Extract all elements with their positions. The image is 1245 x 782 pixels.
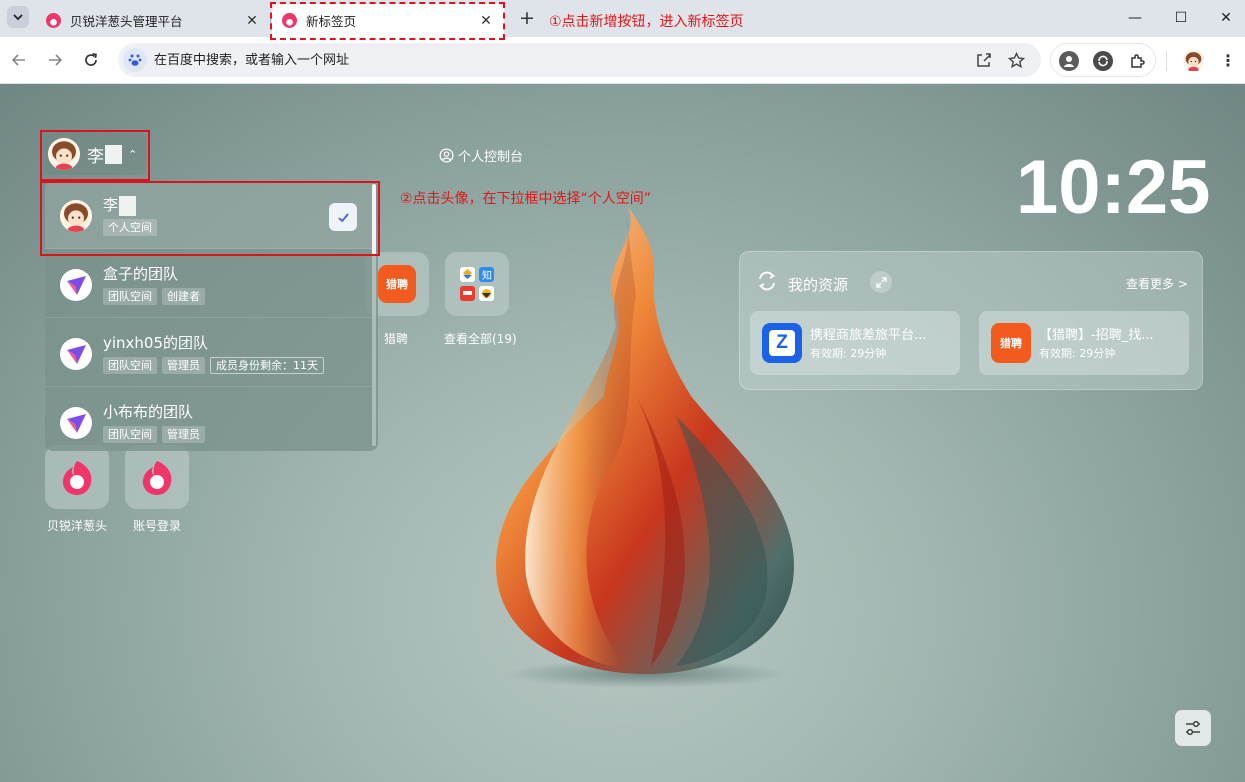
app-tile-view-all[interactable]: 知 [445, 252, 509, 316]
space-tags: 团队空间 管理员 成员身份剩余：11天 [103, 357, 324, 374]
extensions-area [1050, 43, 1156, 77]
personal-console-link[interactable]: 个人控制台 [439, 146, 523, 165]
space-name: yinxh05的团队 [103, 334, 209, 352]
liepin-icon: 猎聘 [378, 265, 416, 303]
resource-card[interactable]: 猎聘 【猎聘】-招聘_找... 有效期: 29分钟 [979, 311, 1189, 375]
toolbar-divider [1166, 51, 1167, 71]
clock: 10:25 [1016, 145, 1211, 230]
app-label-liepin: 猎聘 [384, 332, 409, 346]
close-icon[interactable]: ✕ [244, 13, 260, 29]
tag-team-space: 团队空间 [103, 357, 157, 374]
annotation-avatar-box [40, 130, 150, 181]
resources-title: 我的资源 [788, 276, 849, 294]
space-tags: 团队空间 创建者 [103, 288, 205, 305]
app-grid-icon: 知 [460, 267, 494, 301]
menu-icon[interactable]: ⋮ [1219, 50, 1237, 71]
expand-icon[interactable] [870, 271, 892, 293]
maximize-button[interactable]: ☐ [1158, 5, 1204, 31]
resource-name: 携程商旅差旅平台... [810, 328, 927, 343]
user-circle-icon [439, 148, 454, 163]
resources-icon [758, 271, 776, 291]
minimize-button[interactable]: — [1112, 5, 1158, 31]
star-icon[interactable] [1006, 50, 1026, 70]
space-tags: 团队空间 管理员 [103, 426, 205, 443]
tag-membership-remaining: 成员身份剩余：11天 [210, 357, 324, 374]
oray-logo-icon [142, 461, 172, 495]
space-name: 盒子的团队 [103, 265, 179, 283]
new-tab-button[interactable]: + [516, 7, 538, 29]
chevron-down-icon [13, 14, 23, 21]
share-icon[interactable] [974, 50, 994, 70]
annotation-personal-space-box [40, 181, 380, 256]
app-label-view-all: 查看全部(19) [444, 332, 517, 346]
tab-management-platform[interactable]: 贝锐洋葱头管理平台 ✕ [36, 4, 270, 37]
team-logo-icon [60, 338, 92, 370]
oray-logo-icon [62, 461, 92, 495]
svg-text:知: 知 [482, 269, 492, 282]
back-icon[interactable] [7, 48, 31, 72]
new-tab-page: 李 ⌃ 个人控制台 10:25 猎聘 猎聘 知 查看全部(19) 贝锐洋葱头 账… [0, 84, 1245, 782]
tag-role: 管理员 [162, 426, 205, 443]
space-name: 小布布的团队 [103, 403, 194, 421]
space-item-team[interactable]: 盒子的团队 团队空间 创建者 [45, 250, 372, 318]
tag-role: 创建者 [162, 288, 205, 305]
window-close-button[interactable]: ✕ [1203, 5, 1245, 31]
extensions-icon[interactable] [1127, 51, 1147, 71]
app-label-account-login: 账号登录 [133, 519, 182, 533]
address-bar[interactable] [118, 43, 1041, 77]
reload-icon[interactable] [79, 48, 103, 72]
tag-team-space: 团队空间 [103, 288, 157, 305]
browser-toolbar: ⋮ [0, 37, 1245, 84]
baidu-icon [123, 48, 147, 72]
space-item-team[interactable]: yinxh05的团队 团队空间 管理员 成员身份剩余：11天 [45, 319, 372, 387]
app-tile-account-login[interactable] [125, 445, 189, 509]
ctrip-logo-icon: Z [762, 323, 802, 363]
resource-name: 【猎聘】-招聘_找... [1039, 328, 1154, 343]
sync-icon[interactable] [1093, 51, 1113, 71]
profile-ext-icon[interactable] [1059, 51, 1079, 71]
space-item-team[interactable]: 小布布的团队 团队空间 管理员 [45, 388, 372, 451]
annotation-new-tab-box [270, 2, 505, 40]
annotation-step1: ①点击新增按钮，进入新标签页 [549, 14, 744, 30]
annotation-step2: ②点击头像，在下拉框中选择“个人空间” [400, 191, 652, 207]
resource-expiry: 有效期: 29分钟 [810, 347, 887, 360]
address-input[interactable] [154, 50, 954, 70]
tab-search-button[interactable] [7, 6, 29, 28]
team-logo-icon [60, 407, 92, 439]
sliders-icon [1186, 720, 1200, 736]
forward-icon[interactable] [43, 48, 67, 72]
app-tile-oray[interactable] [45, 445, 109, 509]
team-logo-icon [60, 269, 92, 301]
view-more-link[interactable]: 查看更多 > [1126, 275, 1188, 292]
app-label-oray: 贝锐洋葱头 [47, 519, 108, 533]
browser-profile-avatar[interactable] [1183, 50, 1204, 73]
resource-card[interactable]: Z 携程商旅差旅平台... 有效期: 29分钟 [750, 311, 960, 375]
oray-favicon-icon [46, 13, 61, 28]
page-settings-button[interactable] [1175, 710, 1211, 746]
resource-expiry: 有效期: 29分钟 [1039, 347, 1116, 360]
tab-title: 贝锐洋葱头管理平台 [70, 14, 183, 29]
tag-role: 管理员 [162, 357, 205, 374]
personal-console-label: 个人控制台 [458, 150, 524, 165]
tag-team-space: 团队空间 [103, 426, 157, 443]
liepin-logo-icon: 猎聘 [991, 323, 1031, 363]
my-resources-panel: 我的资源 查看更多 > Z 携程商旅差旅平台... 有效期: 29分钟 猎聘 【… [739, 251, 1203, 390]
